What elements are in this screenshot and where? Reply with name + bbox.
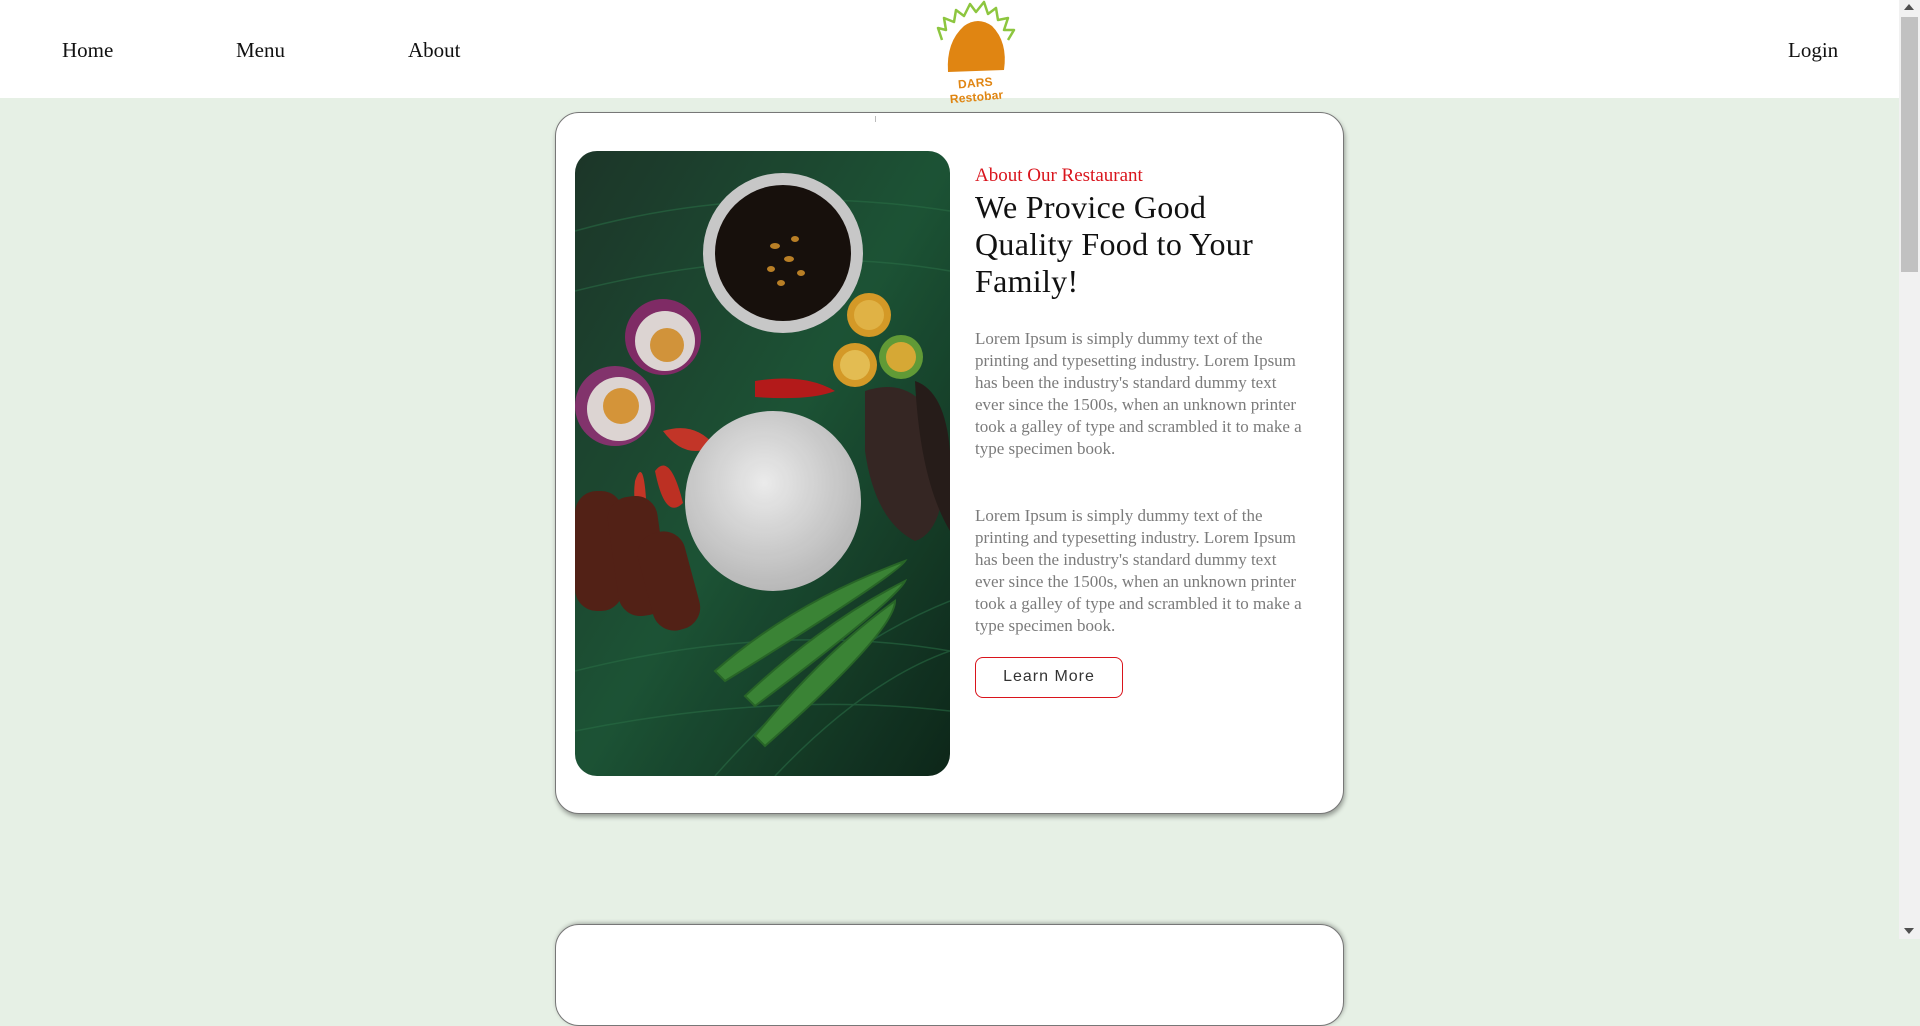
sun-logo-icon <box>936 0 1016 72</box>
about-content: About Our Restaurant We Provice Good Qua… <box>975 165 1305 698</box>
nav-menu-link[interactable]: Menu <box>236 38 285 62</box>
page-scrollbar[interactable] <box>1899 0 1920 939</box>
scroll-thumb[interactable] <box>1901 17 1918 272</box>
about-card: About Our Restaurant We Provice Good Qua… <box>555 112 1344 814</box>
logo-text: DARS Restobar <box>949 74 1004 107</box>
card-divider-mark <box>875 116 876 122</box>
nav-home-link[interactable]: Home <box>62 38 113 62</box>
restaurant-logo[interactable]: DARS Restobar <box>934 0 1018 106</box>
scroll-down-arrow-icon[interactable] <box>1904 928 1914 934</box>
learn-more-button[interactable]: Learn More <box>975 657 1123 698</box>
about-paragraph-2: Lorem Ipsum is simply dummy text of the … <box>975 506 1302 635</box>
nav-login-link[interactable]: Login <box>1788 38 1838 62</box>
section-eyebrow: About Our Restaurant <box>975 165 1143 186</box>
food-photo <box>575 151 950 776</box>
next-section-card <box>555 924 1344 1026</box>
scroll-up-arrow-icon[interactable] <box>1904 4 1914 10</box>
section-headline: We Provice Good Quality Food to Your Fam… <box>975 189 1254 299</box>
top-navbar: Home Menu About DARS Restobar Login <box>0 0 1899 106</box>
food-plate-image <box>575 151 950 776</box>
about-paragraph-1: Lorem Ipsum is simply dummy text of the … <box>975 329 1302 458</box>
nav-about-link[interactable]: About <box>408 38 461 62</box>
